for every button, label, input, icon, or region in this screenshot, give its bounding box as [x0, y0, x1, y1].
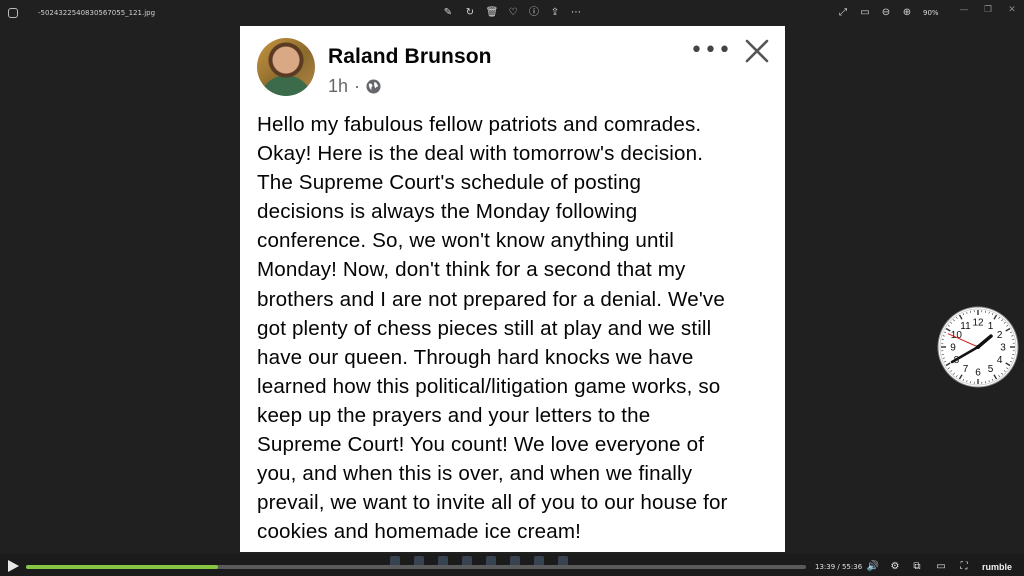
pip-icon[interactable]: ⧉: [910, 561, 924, 572]
playback-time: 13:39 / 55:36: [815, 563, 863, 571]
zoom-in-icon[interactable]: ⊕: [900, 6, 914, 20]
play-icon[interactable]: [8, 560, 19, 572]
delete-icon[interactable]: 🗑: [485, 6, 499, 20]
clock-number: 12: [972, 318, 984, 329]
clock-number: 3: [1000, 343, 1006, 354]
favorite-icon[interactable]: ♡: [506, 6, 520, 20]
rotate-icon[interactable]: ↻: [463, 6, 477, 20]
minimize-icon[interactable]: —: [957, 4, 971, 16]
post-card: Raland Brunson 1h · ••• Hello my fabulou…: [240, 26, 785, 552]
file-name: -5024322540830567055_121.jpg: [38, 9, 156, 17]
expand-icon[interactable]: ⤢: [836, 6, 850, 20]
viewer-titlebar: -5024322540830567055_121.jpg ✎ ↻ 🗑 ♡ ⓘ ⇪…: [0, 0, 1024, 26]
clock-number: 5: [988, 364, 994, 375]
more-options-icon: •••: [690, 38, 732, 63]
clock-number: 1: [988, 321, 994, 332]
post-time: 1h: [328, 76, 349, 96]
zoom-level[interactable]: 90%: [923, 9, 939, 17]
theater-icon[interactable]: ▭: [934, 561, 948, 572]
fullscreen-icon[interactable]: ⛶: [957, 561, 971, 572]
share-icon[interactable]: ⇪: [548, 6, 562, 20]
globe-icon: [366, 79, 381, 94]
clock-number: 7: [963, 364, 969, 375]
clock-number: 9: [950, 343, 956, 354]
author-name: Raland Brunson: [328, 45, 492, 68]
analog-clock: 121234567891011: [937, 306, 1019, 388]
meta-separator: ·: [354, 76, 361, 96]
post-body: Hello my fabulous fellow patriots and co…: [257, 113, 728, 544]
post-meta: 1h ·: [328, 76, 381, 97]
clock-number: 4: [997, 355, 1003, 366]
progress-bar[interactable]: [26, 565, 806, 569]
fit-icon[interactable]: ▭: [858, 6, 872, 20]
maximize-icon[interactable]: ❐: [981, 4, 995, 16]
clock-number: 2: [997, 330, 1003, 341]
progress-fill: [26, 565, 218, 569]
clock-number: 11: [960, 321, 971, 332]
close-window-icon[interactable]: ✕: [1005, 4, 1019, 16]
rumble-logo[interactable]: rumble: [982, 562, 1012, 572]
photos-app-icon: [8, 8, 18, 18]
more-icon[interactable]: ⋯: [569, 6, 583, 20]
zoom-out-icon[interactable]: ⊖: [879, 6, 893, 20]
clock-number: 6: [975, 368, 981, 379]
avatar: [257, 38, 315, 96]
close-icon: [745, 39, 769, 63]
edit-icon[interactable]: ✎: [441, 6, 455, 20]
settings-icon[interactable]: ⚙: [888, 561, 902, 572]
info-icon[interactable]: ⓘ: [527, 6, 541, 20]
volume-icon[interactable]: 🔊: [866, 561, 880, 572]
